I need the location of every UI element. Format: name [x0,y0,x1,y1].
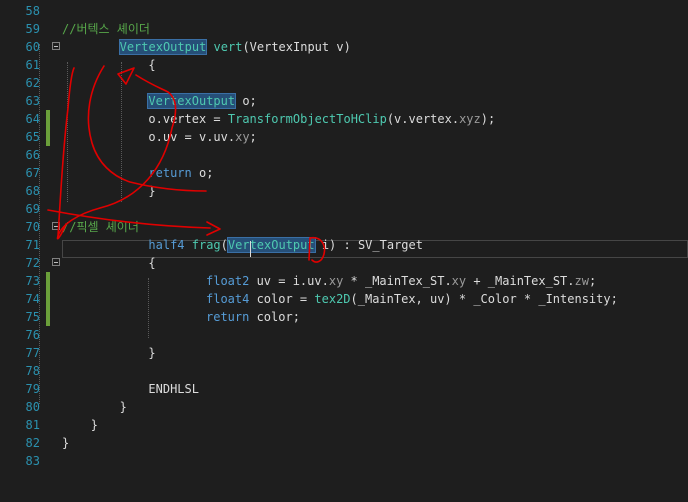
red-pen-annotation [47,65,326,263]
annotation-stroke [57,67,75,237]
code-editor[interactable]: 575859//버텍스 셰이더60VertexOutput vert(Verte… [0,0,688,502]
annotation-stroke [309,236,326,263]
annotation-stroke [308,237,311,261]
annotation-arrowhead [117,67,135,85]
annotation-stroke [87,65,207,192]
